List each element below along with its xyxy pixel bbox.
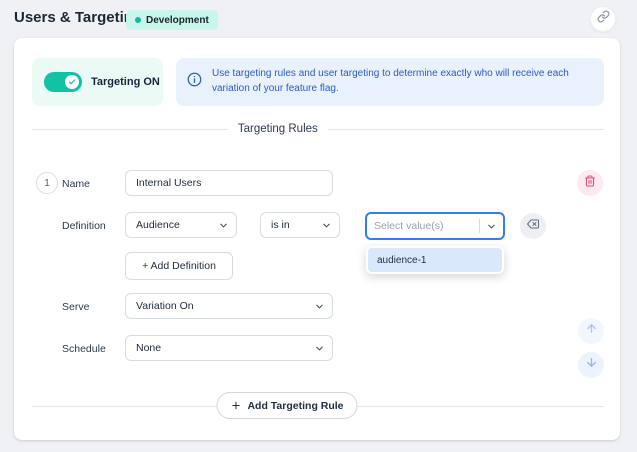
- badge-dot-icon: [135, 17, 141, 23]
- rule-index-badge: 1: [36, 172, 58, 194]
- plus-icon: [230, 400, 241, 411]
- info-banner-text: Use targeting rules and user targeting t…: [212, 66, 594, 96]
- targeting-card: Targeting ON Use targeting rules and use…: [14, 38, 620, 440]
- schedule-label: Schedule: [62, 343, 106, 355]
- add-definition-button[interactable]: + Add Definition: [125, 252, 233, 280]
- page-title: Users & Targeting: [14, 9, 142, 26]
- copy-link-button[interactable]: [590, 6, 616, 32]
- attribute-select-value: Audience: [136, 219, 180, 231]
- rule-name-input[interactable]: [125, 170, 333, 196]
- chevron-down-icon: [314, 301, 325, 312]
- section-divider: Targeting Rules: [32, 122, 604, 136]
- move-rule-down-button[interactable]: [578, 352, 604, 378]
- chevron-down-icon: [218, 220, 229, 231]
- add-targeting-rule-label: Add Targeting Rule: [247, 400, 343, 412]
- values-input[interactable]: [367, 220, 479, 232]
- chevron-down-icon: [321, 220, 332, 231]
- chevron-down-icon[interactable]: [480, 221, 503, 232]
- targeting-toggle[interactable]: [44, 72, 82, 92]
- dropdown-option[interactable]: audience-1: [368, 248, 502, 272]
- section-title: Targeting Rules: [238, 123, 318, 135]
- name-label: Name: [62, 178, 90, 190]
- schedule-select-value: None: [136, 342, 161, 354]
- chevron-down-icon: [314, 343, 325, 354]
- schedule-select[interactable]: None: [125, 335, 333, 361]
- move-rule-up-button[interactable]: [578, 318, 604, 344]
- serve-select[interactable]: Variation On: [125, 293, 333, 319]
- divider-line: [32, 129, 228, 130]
- environment-badge: Development: [126, 10, 218, 30]
- operator-select[interactable]: is in: [260, 212, 340, 238]
- targeting-toggle-box: Targeting ON: [32, 58, 163, 106]
- divider-line: [328, 129, 604, 130]
- badge-label: Development: [146, 15, 209, 26]
- operator-select-value: is in: [271, 219, 290, 231]
- arrow-down-icon: [585, 356, 598, 374]
- toggle-knob: [65, 75, 79, 89]
- info-banner: Use targeting rules and user targeting t…: [176, 58, 604, 106]
- values-multiselect[interactable]: [365, 212, 505, 240]
- serve-label: Serve: [62, 301, 89, 313]
- info-icon: [187, 72, 202, 87]
- toggle-label: Targeting ON: [91, 76, 160, 88]
- delete-rule-button[interactable]: [577, 170, 603, 196]
- backspace-icon: [527, 217, 539, 235]
- arrow-up-icon: [585, 322, 598, 340]
- trash-icon: [584, 174, 596, 192]
- values-dropdown: audience-1: [366, 246, 504, 274]
- serve-select-value: Variation On: [136, 300, 194, 312]
- add-targeting-rule-button[interactable]: Add Targeting Rule: [216, 392, 357, 419]
- attribute-select[interactable]: Audience: [125, 212, 237, 238]
- clear-values-button[interactable]: [520, 213, 546, 239]
- definition-label: Definition: [62, 220, 106, 232]
- check-icon: [68, 73, 76, 91]
- link-icon: [597, 10, 610, 28]
